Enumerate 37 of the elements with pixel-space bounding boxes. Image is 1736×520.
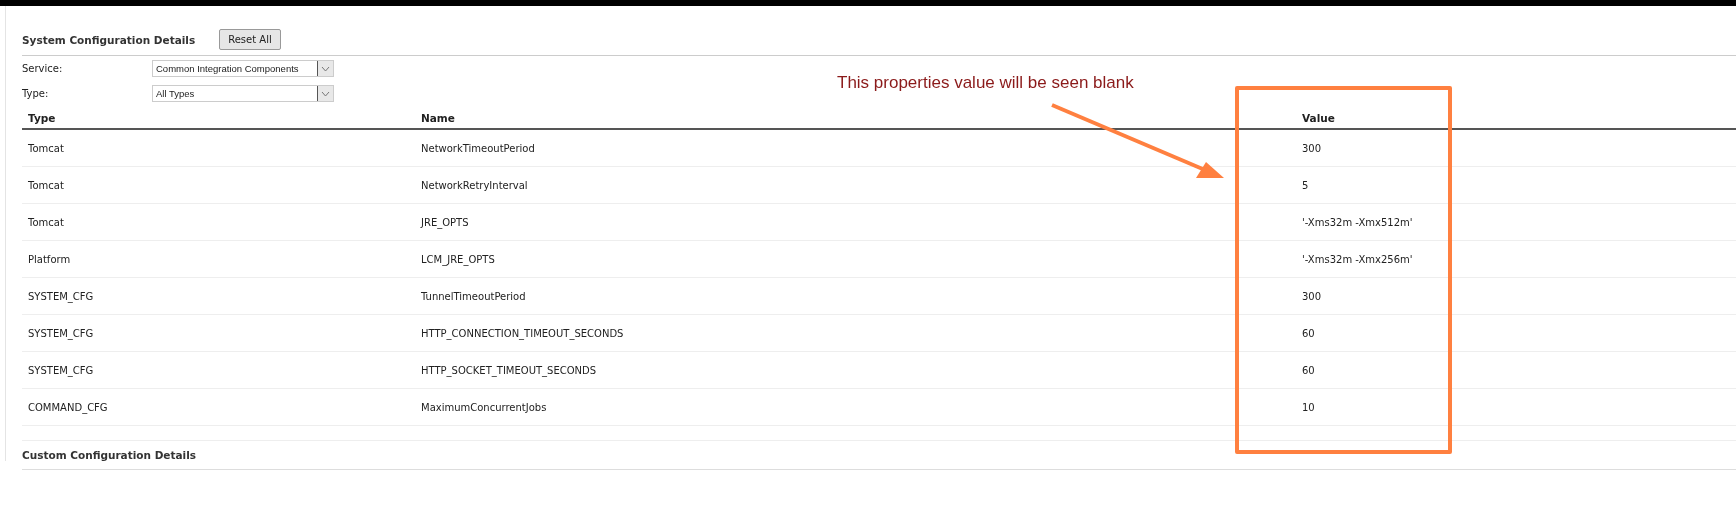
section-title: Custom Configuration Details: [22, 449, 197, 461]
chevron-down-icon: [317, 61, 333, 76]
table-cell: 5: [1302, 179, 1309, 191]
table-cell: Tomcat: [28, 142, 64, 154]
field-label: Service:: [22, 63, 64, 74]
chevron-down-icon: [317, 86, 333, 101]
table-cell: NetworkRetryInterval: [421, 179, 528, 191]
table-cell: SYSTEM_CFG: [28, 364, 94, 376]
table-cell: SYSTEM_CFG: [28, 327, 94, 339]
table-cell: SYSTEM_CFG: [28, 290, 94, 302]
reset-all-button[interactable]: Reset All: [219, 29, 281, 50]
table-cell: '-Xms32m -Xmx512m': [1302, 216, 1413, 228]
table-cell: 60: [1302, 364, 1315, 376]
annotation-text: This properties value will be seen blank: [837, 73, 1134, 93]
table-cell: NetworkTimeoutPeriod: [421, 142, 535, 154]
table-cell: 300: [1302, 142, 1322, 154]
table-cell: COMMAND_CFG: [28, 401, 108, 413]
table-cell: HTTP_SOCKET_TIMEOUT_SECONDS: [421, 364, 597, 376]
column-header: Name: [421, 112, 455, 124]
table-cell: Platform: [28, 253, 71, 265]
table-cell: HTTP_CONNECTION_TIMEOUT_SECONDS: [421, 327, 624, 339]
table-cell: TunnelTimeoutPeriod: [421, 290, 526, 302]
section-title: System Configuration Details: [22, 33, 196, 46]
table-cell: 10: [1302, 401, 1315, 413]
dropdown[interactable]: All Types: [152, 85, 334, 102]
table-cell: 60: [1302, 327, 1315, 339]
table-cell: '-Xms32m -Xmx256m': [1302, 253, 1413, 265]
table-cell: 300: [1302, 290, 1322, 302]
table-cell: Tomcat: [28, 216, 64, 228]
table-cell: LCM_JRE_OPTS: [421, 253, 495, 265]
table-cell: Tomcat: [28, 179, 64, 191]
dropdown[interactable]: Common Integration Components: [152, 60, 334, 77]
column-header: Type: [28, 112, 56, 124]
column-header: Value: [1302, 112, 1335, 124]
table-cell: MaximumConcurrentJobs: [421, 401, 547, 413]
field-label: Type:: [22, 88, 50, 99]
table-cell: JRE_OPTS: [421, 216, 469, 228]
